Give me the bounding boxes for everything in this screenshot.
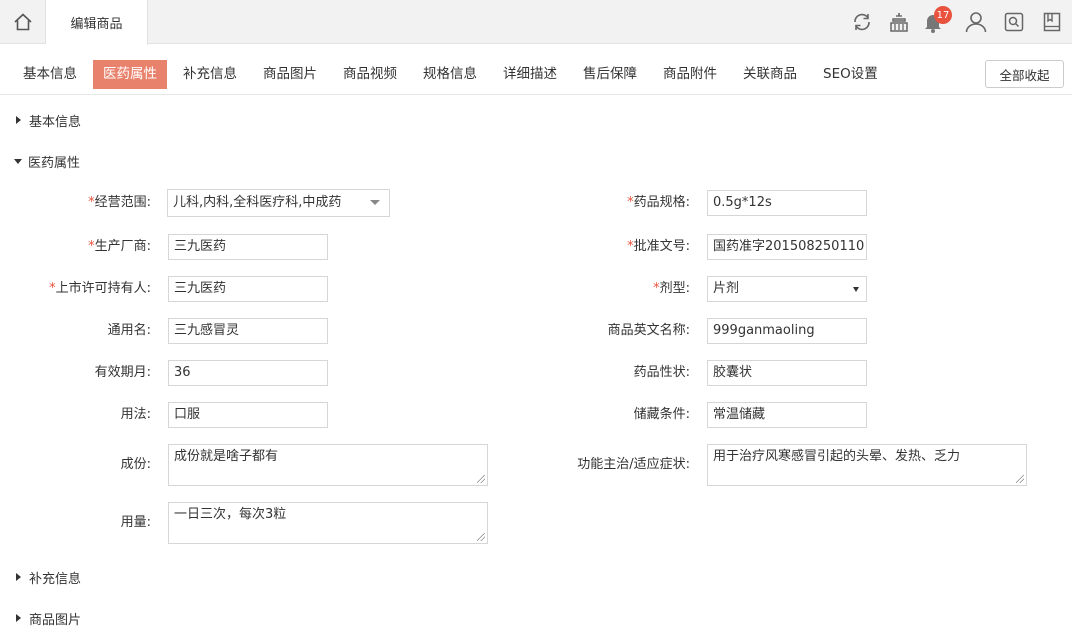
manufacturer-label: *生产厂商: — [88, 239, 151, 254]
caret-right-icon — [16, 573, 21, 581]
dosage-label: 用量: — [120, 515, 151, 530]
business-scope-label: *经营范围: — [88, 195, 151, 210]
drug-spec-input[interactable]: 0.5g*12s — [707, 190, 867, 216]
english-name-label: 商品英文名称: — [607, 323, 690, 338]
caret-right-icon — [16, 116, 21, 124]
nav-attachments[interactable]: 商品附件 — [653, 60, 727, 89]
notification-badge: 17 — [934, 6, 952, 24]
chevron-down-icon — [853, 287, 859, 292]
section-title: 商品图片 — [29, 612, 82, 628]
ingredients-label: 成份: — [120, 457, 151, 472]
dosage-form-select[interactable]: 片剂 — [707, 276, 867, 302]
generic-name-label: 通用名: — [107, 323, 151, 338]
resize-grip-icon[interactable] — [477, 475, 485, 483]
generic-name-input[interactable]: 三九感冒灵 — [168, 318, 328, 344]
nav-basic-info[interactable]: 基本信息 — [13, 60, 87, 89]
dosage-form-label: *剂型: — [653, 281, 690, 296]
nav-related-products[interactable]: 关联商品 — [733, 60, 807, 89]
store-icon[interactable] — [886, 9, 912, 35]
home-icon — [13, 13, 32, 31]
usage-label: 用法: — [120, 407, 151, 422]
drug-spec-label: *药品规格: — [627, 195, 690, 210]
tab-edit-product[interactable]: 编辑商品 — [46, 0, 148, 45]
section-basic-info[interactable]: 基本信息 — [14, 111, 82, 130]
caret-down-icon — [14, 158, 22, 164]
properties-input[interactable]: 胶囊状 — [707, 360, 867, 386]
storage-input[interactable]: 常温储藏 — [707, 402, 867, 428]
approval-no-input[interactable]: 国药准字201508250110 — [707, 234, 867, 260]
approval-no-label: *批准文号: — [627, 239, 690, 254]
top-bar: 编辑商品 17 — [0, 0, 1072, 45]
section-product-images[interactable]: 商品图片 — [14, 609, 82, 628]
nav-seo-settings[interactable]: SEO设置 — [813, 60, 888, 89]
nav-after-sales[interactable]: 售后保障 — [573, 60, 647, 89]
indications-textarea[interactable]: 用于治疗风寒感冒引起的头晕、发热、乏力 — [707, 444, 1027, 486]
license-holder-label: *上市许可持有人: — [49, 281, 151, 296]
collapse-all-button[interactable]: 全部收起 — [985, 60, 1064, 88]
resize-grip-icon[interactable] — [1016, 475, 1024, 483]
search-box-icon[interactable] — [1001, 9, 1027, 35]
section-title: 基本信息 — [29, 114, 82, 130]
nav-product-video[interactable]: 商品视频 — [333, 60, 407, 89]
section-title: 医药属性 — [28, 155, 81, 171]
storage-label: 储藏条件: — [633, 407, 690, 422]
manufacturer-input[interactable]: 三九医药 — [168, 234, 328, 260]
chevron-down-icon — [370, 200, 380, 205]
usage-input[interactable]: 口服 — [168, 402, 328, 428]
dosage-textarea[interactable]: 一日三次，每次3粒 — [168, 502, 488, 544]
nav-medicine-attrs[interactable]: 医药属性 — [93, 60, 167, 89]
business-scope-select[interactable]: 儿科,内科,全科医疗科,中成药 — [167, 189, 390, 217]
section-nav: 基本信息 医药属性 补充信息 商品图片 商品视频 规格信息 详细描述 售后保障 … — [0, 45, 1072, 95]
nav-spec-info[interactable]: 规格信息 — [413, 60, 487, 89]
ingredients-textarea[interactable]: 成份就是啥子都有 — [168, 444, 488, 486]
resize-grip-icon[interactable] — [477, 533, 485, 541]
nav-product-images[interactable]: 商品图片 — [253, 60, 327, 89]
home-button[interactable] — [0, 0, 46, 44]
validity-input[interactable]: 36 — [168, 360, 328, 386]
nav-detail-desc[interactable]: 详细描述 — [493, 60, 567, 89]
user-icon[interactable] — [963, 9, 989, 35]
license-holder-input[interactable]: 三九医药 — [168, 276, 328, 302]
section-title: 补充信息 — [29, 571, 82, 587]
caret-right-icon — [16, 614, 21, 622]
bookmark-icon[interactable] — [1039, 9, 1065, 35]
nav-supplement-info[interactable]: 补充信息 — [173, 60, 247, 89]
validity-label: 有效期月: — [94, 365, 151, 380]
indications-label: 功能主治/适应症状: — [577, 457, 690, 472]
section-medicine-attrs[interactable]: 医药属性 — [14, 152, 81, 171]
section-supplement-info[interactable]: 补充信息 — [14, 568, 82, 587]
properties-label: 药品性状: — [633, 365, 690, 380]
refresh-icon[interactable] — [849, 9, 875, 35]
english-name-input[interactable]: 999ganmaoling — [707, 318, 867, 344]
